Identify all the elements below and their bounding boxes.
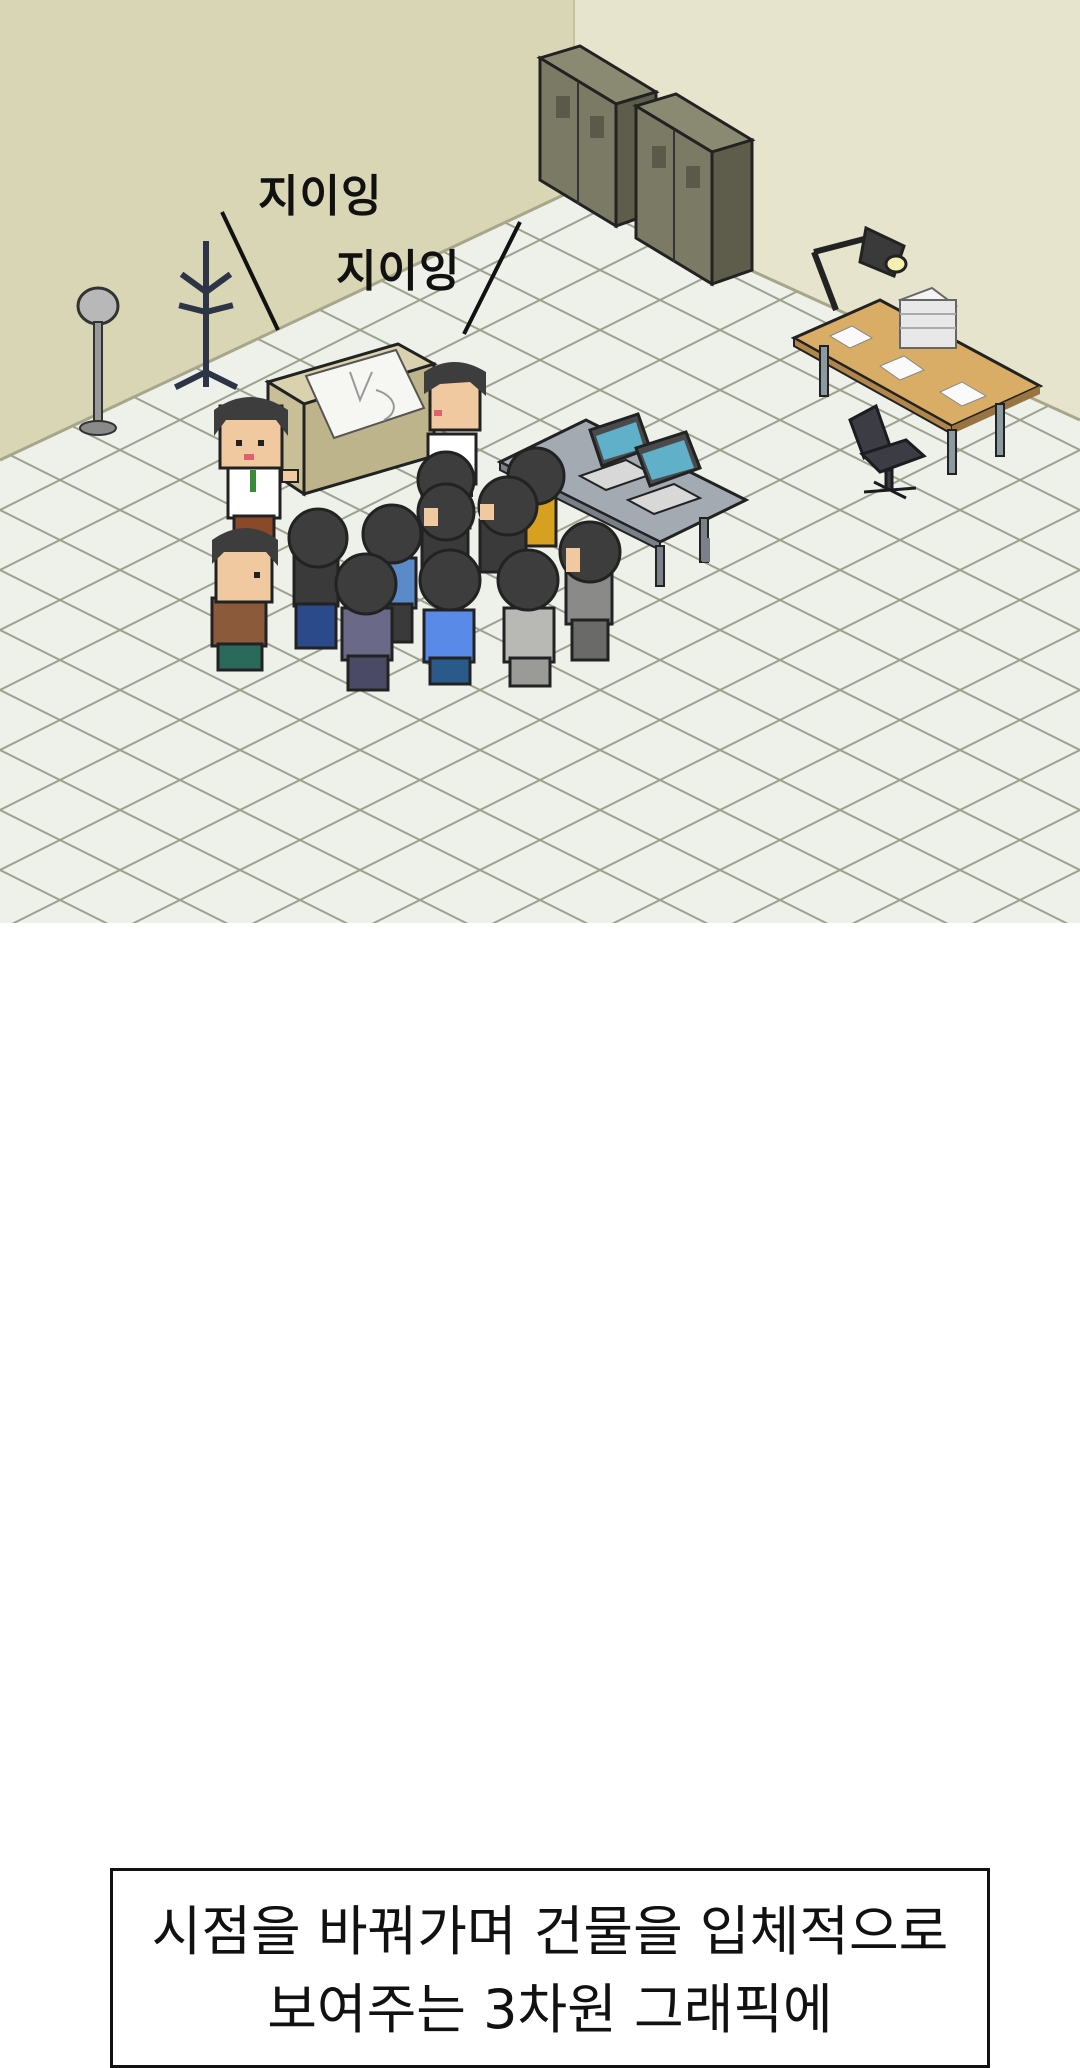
blank-panel-space bbox=[0, 923, 1080, 1865]
sound-effect-text: 지이잉 bbox=[258, 171, 383, 222]
office-scene: 지이잉 지이잉 bbox=[0, 0, 1080, 923]
narration-caption-text: 시점을 바꿔가며 건물을 입체적으로 보여주는 3차원 그래픽에 bbox=[151, 1900, 949, 2041]
narration-caption-box: 시점을 바꿔가며 건물을 입체적으로 보여주는 3차원 그래픽에 bbox=[110, 1868, 990, 2068]
sound-effect-text: 지이잉 bbox=[336, 246, 461, 297]
